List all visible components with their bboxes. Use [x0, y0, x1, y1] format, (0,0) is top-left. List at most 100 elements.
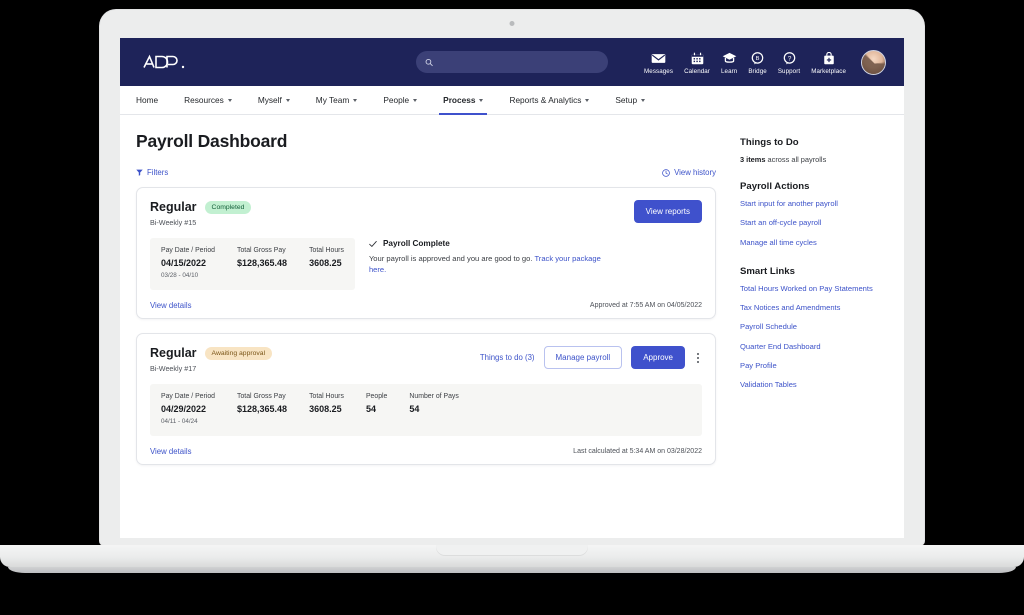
chevron-down-icon: [228, 99, 232, 102]
nav-item-label: Process: [443, 95, 475, 105]
header-action-label: Support: [778, 68, 800, 75]
payroll-action-link[interactable]: Start input for another payroll: [740, 199, 890, 209]
card-header: Regular Awaiting approval Bi-Weekly #17 …: [150, 346, 702, 373]
view-details-link[interactable]: View details: [150, 447, 191, 456]
chevron-down-icon: [286, 99, 290, 102]
smart-link[interactable]: Tax Notices and Amendments: [740, 303, 890, 313]
smart-link[interactable]: Total Hours Worked on Pay Statements: [740, 284, 890, 294]
adp-logo-icon: [136, 51, 188, 73]
filters-label: Filters: [147, 168, 168, 177]
smart-link[interactable]: Payroll Schedule: [740, 322, 890, 332]
payroll-action-link[interactable]: Start an off-cycle payroll: [740, 218, 890, 228]
manage-payroll-button[interactable]: Manage payroll: [544, 346, 623, 369]
webcam-icon: [510, 21, 515, 26]
question-speech-bubble-icon: ?: [783, 51, 796, 66]
header-action-label: Calendar: [684, 68, 710, 75]
avatar-image: [861, 50, 886, 75]
card-footer: View details Approved at 7:55 AM on 04/0…: [150, 299, 702, 310]
check-icon: [369, 240, 377, 248]
view-details-link[interactable]: View details: [150, 301, 191, 310]
card-title-row: Regular Awaiting approval: [150, 346, 272, 360]
summary-value: 3608.25: [309, 404, 344, 414]
chevron-down-icon: [413, 99, 417, 102]
summary-label: Total Hours: [309, 247, 344, 254]
primary-navigation: Home Resources Myself My Team People Pro…: [120, 86, 904, 115]
envelope-icon: [651, 51, 666, 66]
svg-text:B: B: [756, 56, 760, 62]
header-action-label: Marketplace: [811, 68, 846, 75]
header-action-calendar[interactable]: Calendar: [684, 51, 710, 75]
nav-item-setup[interactable]: Setup: [602, 86, 658, 114]
payroll-card-completed: Regular Completed Bi-Weekly #15 View rep…: [136, 187, 716, 319]
svg-text:?: ?: [787, 55, 791, 62]
nav-item-label: Resources: [184, 95, 224, 105]
smart-link[interactable]: Pay Profile: [740, 361, 890, 371]
view-history-label: View history: [674, 168, 716, 177]
header-action-support[interactable]: ? Support: [778, 51, 800, 75]
right-sidebar: Things to Do 3 items across all payrolls…: [732, 131, 904, 538]
history-clock-icon: [662, 169, 670, 177]
more-options-icon[interactable]: [694, 351, 702, 365]
header-action-messages[interactable]: Messages: [644, 51, 673, 75]
summary-value: 3608.25: [309, 258, 344, 268]
smart-links-heading: Smart Links: [740, 266, 890, 277]
chevron-down-icon: [479, 99, 483, 102]
laptop-base-notch: [436, 545, 588, 556]
search-input[interactable]: [438, 58, 599, 67]
summary-label: Pay Date / Period: [161, 247, 215, 254]
payroll-action-link[interactable]: Manage all time cycles: [740, 238, 890, 248]
header-action-learn[interactable]: Learn: [721, 51, 737, 75]
card-heading-block: Regular Completed Bi-Weekly #15: [150, 200, 251, 227]
things-to-do-count: 3 items: [740, 155, 765, 164]
payroll-summary-table: Pay Date / Period 04/29/2022 04/11 - 04/…: [150, 384, 702, 436]
card-footer: View details Last calculated at 5:34 AM …: [150, 445, 702, 456]
header-action-bridge[interactable]: B Bridge: [748, 51, 767, 75]
card-subtitle: Bi-Weekly #15: [150, 218, 251, 227]
summary-cell-pay-date: Pay Date / Period 04/29/2022 04/11 - 04/…: [161, 393, 237, 425]
nav-item-home[interactable]: Home: [136, 86, 171, 114]
header-action-label: Bridge: [748, 68, 767, 75]
status-description-text: Your payroll is approved and you are goo…: [369, 254, 535, 263]
chevron-down-icon: [641, 99, 645, 102]
card-actions: View reports: [634, 200, 702, 223]
summary-value: $128,365.48: [237, 258, 287, 268]
avatar[interactable]: [861, 50, 886, 75]
search-icon: [425, 58, 433, 67]
card-heading-block: Regular Awaiting approval Bi-Weekly #17: [150, 346, 272, 373]
card-header: Regular Completed Bi-Weekly #15 View rep…: [150, 200, 702, 227]
smart-link[interactable]: Quarter End Dashboard: [740, 342, 890, 352]
view-history-button[interactable]: View history: [662, 168, 716, 177]
chevron-down-icon: [353, 99, 357, 102]
card-footer-note: Approved at 7:55 AM on 04/05/2022: [590, 302, 702, 309]
calendar-icon: [691, 51, 704, 66]
card-footer-note: Last calculated at 5:34 AM on 03/28/2022: [573, 448, 702, 455]
things-to-do-link[interactable]: Things to do (3): [480, 353, 535, 362]
card-title-row: Regular Completed: [150, 200, 251, 214]
nav-item-label: Reports & Analytics: [509, 95, 581, 105]
graduation-cap-icon: [722, 51, 737, 66]
summary-cell-total-gross-pay: Total Gross Pay $128,365.48: [237, 247, 309, 279]
nav-item-my-team[interactable]: My Team: [303, 86, 371, 114]
nav-item-label: Home: [136, 95, 158, 105]
global-search[interactable]: [416, 51, 608, 73]
nav-item-myself[interactable]: Myself: [245, 86, 303, 114]
nav-item-reports-and-analytics[interactable]: Reports & Analytics: [496, 86, 602, 114]
summary-value: 04/29/2022: [161, 404, 215, 414]
header-action-marketplace[interactable]: Marketplace: [811, 51, 846, 75]
card-actions: Things to do (3) Manage payroll Approve: [480, 346, 702, 369]
nav-item-process[interactable]: Process: [430, 86, 496, 114]
approve-button[interactable]: Approve: [631, 346, 685, 369]
summary-cell-pay-date: Pay Date / Period 04/15/2022 03/28 - 04/…: [161, 247, 237, 279]
nav-item-people[interactable]: People: [370, 86, 430, 114]
view-reports-button[interactable]: View reports: [634, 200, 702, 223]
smart-link[interactable]: Validation Tables: [740, 380, 890, 390]
filter-icon: [136, 169, 143, 176]
adp-logo[interactable]: [136, 51, 188, 73]
page-title: Payroll Dashboard: [136, 131, 716, 152]
nav-item-resources[interactable]: Resources: [171, 86, 245, 114]
status-description: Your payroll is approved and you are goo…: [369, 253, 619, 276]
nav-item-label: My Team: [316, 95, 350, 105]
laptop-frame: Messages: [100, 10, 924, 545]
summary-value: 54: [366, 404, 387, 414]
filters-button[interactable]: Filters: [136, 168, 168, 177]
